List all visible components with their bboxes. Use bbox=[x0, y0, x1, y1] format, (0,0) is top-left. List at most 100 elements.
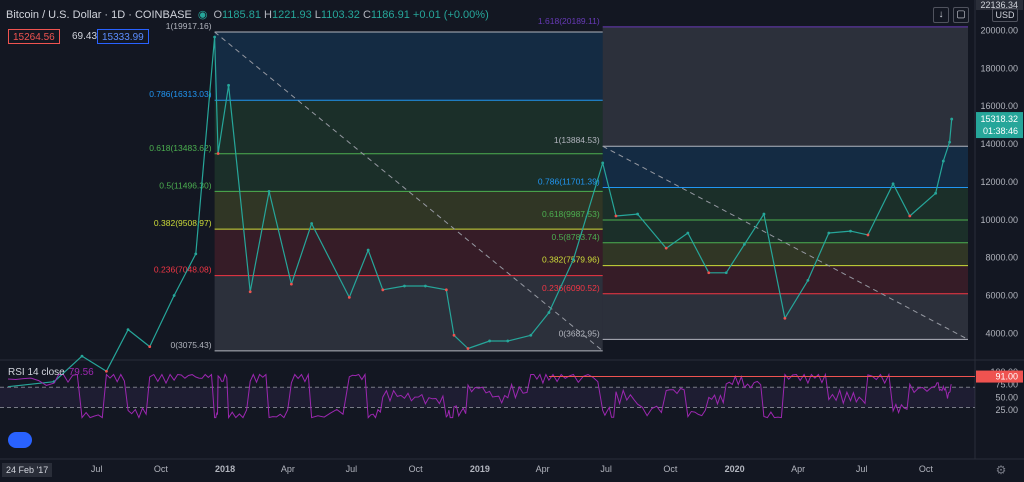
price-point bbox=[571, 258, 575, 261]
price-point bbox=[310, 222, 314, 225]
price-point bbox=[742, 242, 746, 246]
price-point bbox=[172, 294, 176, 297]
high-label: H bbox=[264, 9, 272, 21]
fib-zone bbox=[602, 26, 968, 147]
symbol-header: Bitcoin / U.S. Dollar · 1D · COINBASE ◉ O 1… bbox=[6, 8, 489, 21]
price-point bbox=[381, 288, 385, 292]
current-price-label: 15318.32 bbox=[980, 114, 1018, 124]
high-value: 1221.93 bbox=[271, 9, 312, 21]
tradingview-logo-icon[interactable] bbox=[8, 432, 32, 448]
fib-level-label: 0.5(8783.74) bbox=[551, 232, 599, 242]
time-axis-tick: Jul bbox=[856, 464, 868, 474]
price-chart[interactable]: 1(19917.16) 0.786(16313.03) 0.618(13483.62… bbox=[0, 0, 1024, 482]
price-point bbox=[80, 354, 84, 358]
fib-level-label: 0(3075.43) bbox=[170, 340, 211, 350]
price-axis-tick: 16000.00 bbox=[980, 101, 1018, 111]
time-axis-tick: Jul bbox=[91, 464, 103, 474]
crosshair-date: 24 Feb '17 bbox=[2, 463, 53, 477]
fib-level-label: 0.5(11496.30) bbox=[159, 180, 211, 190]
ask-price-box[interactable]: 15333.99 bbox=[97, 29, 149, 44]
price-axis-tick: 14000.00 bbox=[980, 139, 1018, 149]
price-point bbox=[506, 339, 510, 343]
fib-level-label: 0.382(7579.96) bbox=[542, 255, 600, 265]
currency-button[interactable]: USD bbox=[992, 8, 1018, 22]
price-point bbox=[488, 339, 492, 343]
countdown-label: 01:38:46 bbox=[983, 126, 1018, 136]
price-point bbox=[950, 117, 954, 121]
price-axis-tick: 18000.00 bbox=[980, 63, 1018, 73]
time-axis-tick: Oct bbox=[919, 464, 934, 474]
price-point bbox=[948, 140, 952, 144]
gear-icon[interactable]: ⚙ bbox=[994, 463, 1008, 477]
time-axis-tick: Jul bbox=[600, 464, 612, 474]
price-axis-tick: 8000.00 bbox=[985, 253, 1018, 263]
fib-level-label: 0(3682.95) bbox=[559, 328, 600, 338]
price-point bbox=[216, 152, 220, 155]
close-value: 1186.91 bbox=[370, 9, 410, 21]
time-axis-tick: Oct bbox=[409, 464, 424, 474]
price-point bbox=[126, 328, 130, 331]
price-point bbox=[849, 229, 852, 233]
price-point bbox=[806, 278, 810, 282]
fib-zone bbox=[214, 31, 603, 101]
time-axis-tick: 2018 bbox=[215, 464, 235, 474]
price-point bbox=[466, 347, 470, 350]
change-value: +0.01 (+0.00%) bbox=[412, 9, 489, 21]
price-point bbox=[614, 214, 618, 218]
arrow-down-icon[interactable]: ↓ bbox=[933, 7, 949, 23]
time-axis-tick: Apr bbox=[281, 464, 295, 474]
price-point bbox=[664, 246, 668, 250]
price-point bbox=[194, 252, 198, 256]
price-point bbox=[636, 212, 639, 216]
price-point bbox=[105, 369, 108, 373]
price-point bbox=[366, 248, 370, 252]
price-point bbox=[941, 159, 945, 163]
price-point bbox=[934, 191, 938, 195]
time-axis-tick: Oct bbox=[154, 464, 169, 474]
rsi-label: RSI 14 close bbox=[8, 367, 65, 378]
symbol-title[interactable]: Bitcoin / U.S. Dollar · 1D · COINBASE bbox=[6, 9, 192, 21]
time-axis-tick: Jul bbox=[346, 464, 358, 474]
fib-level-label: 0.618(13483.62) bbox=[149, 143, 212, 153]
rsi-axis-tick: 50.00 bbox=[995, 392, 1018, 402]
time-axis-tick: Oct bbox=[663, 464, 678, 474]
bid-price-box[interactable]: 15264.56 bbox=[8, 29, 60, 44]
price-point bbox=[707, 271, 711, 275]
open-label: O bbox=[213, 9, 222, 21]
price-axis-tick: 4000.00 bbox=[985, 328, 1018, 338]
fib-zone bbox=[602, 187, 968, 221]
close-label: C bbox=[362, 9, 371, 21]
rsi-axis-tick: 25.00 bbox=[995, 405, 1018, 415]
rsi-level-label: 91.00 bbox=[995, 372, 1018, 382]
time-axis-tick: Apr bbox=[536, 464, 550, 474]
price-point bbox=[827, 231, 831, 235]
fib-level-label: 1(19917.16) bbox=[166, 21, 212, 31]
price-axis-tick: 10000.00 bbox=[980, 215, 1018, 225]
fib-zone bbox=[602, 220, 968, 243]
fullscreen-icon[interactable]: ▢ bbox=[953, 7, 969, 23]
price-point bbox=[547, 311, 551, 314]
price-point bbox=[347, 296, 351, 299]
price-point bbox=[452, 333, 456, 337]
time-axis-tick: 2019 bbox=[470, 464, 490, 474]
price-point bbox=[227, 83, 230, 87]
fib-zone bbox=[214, 229, 603, 276]
price-point bbox=[424, 284, 427, 288]
price-point bbox=[267, 189, 271, 193]
price-point bbox=[908, 214, 912, 218]
price-point bbox=[403, 284, 406, 288]
fib-level-label: 1.618(20189.11) bbox=[538, 16, 600, 26]
price-point bbox=[762, 212, 766, 216]
price-point bbox=[866, 233, 870, 237]
price-point bbox=[289, 282, 293, 286]
price-axis-tick: 6000.00 bbox=[985, 291, 1018, 301]
price-point bbox=[148, 345, 152, 349]
fib-zone bbox=[214, 100, 603, 154]
rsi-value: 79.56 bbox=[68, 367, 94, 378]
fib-zone bbox=[602, 242, 968, 266]
price-axis-tick: 20000.00 bbox=[980, 25, 1018, 35]
price-point bbox=[783, 316, 787, 320]
market-status-icon: ◉ bbox=[197, 9, 208, 21]
price-point bbox=[213, 35, 217, 39]
fib-level-label: 0.382(9508.97) bbox=[154, 218, 212, 228]
